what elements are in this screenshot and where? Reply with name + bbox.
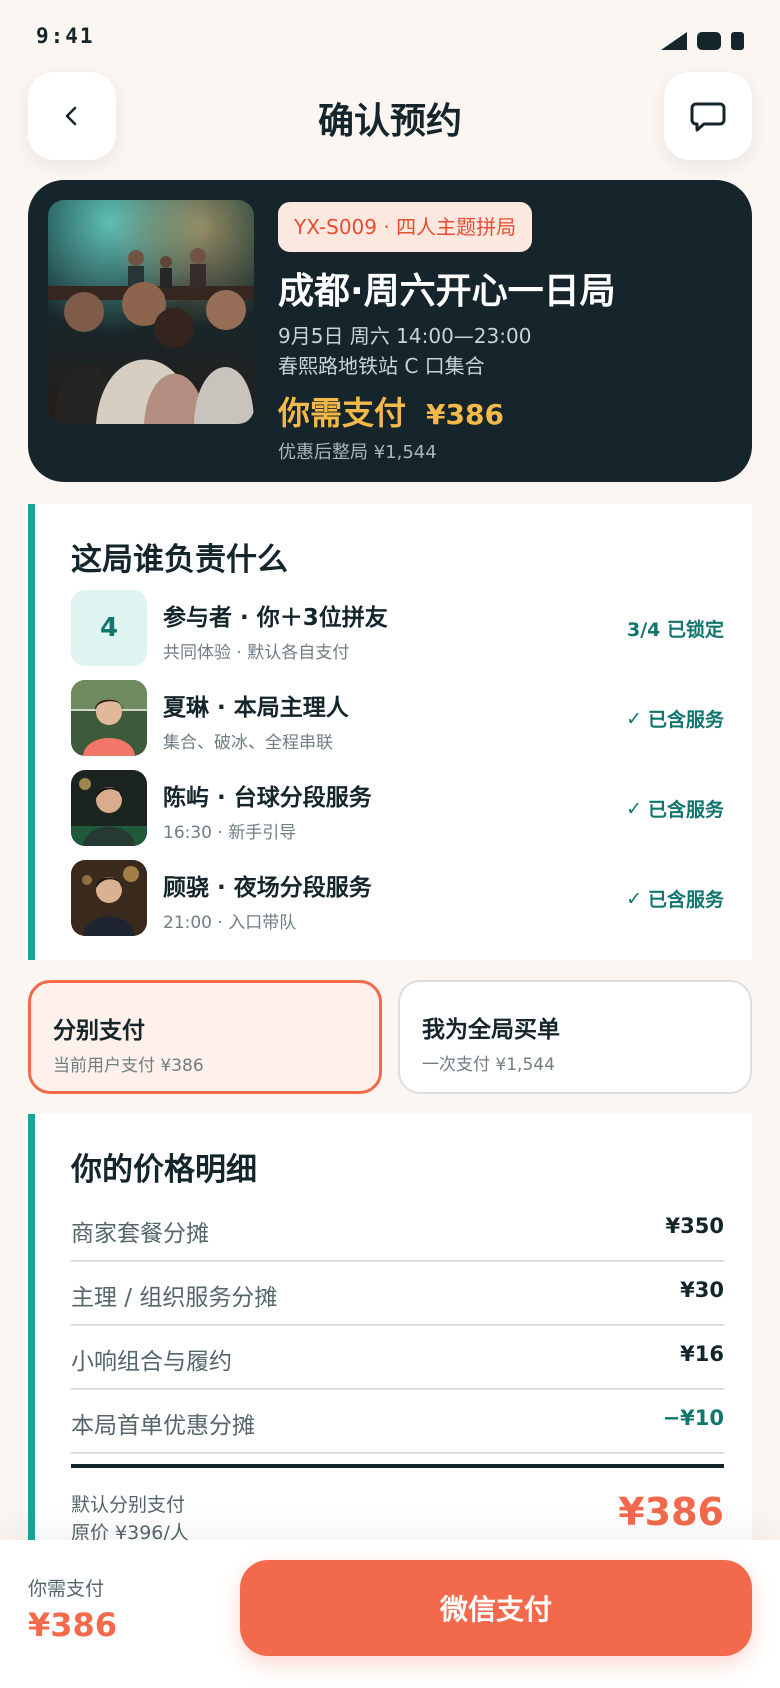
hero-pay-label: 你需支付	[278, 394, 407, 432]
avatar	[71, 860, 147, 936]
wifi-icon	[697, 32, 721, 50]
role-desc: 21:00 · 入口带队	[163, 913, 297, 933]
role-row-participants[interactable]: 4 参与者 · 你＋3位拼友 共同体验 · 默认各自支付 3/4 已锁定	[71, 590, 724, 666]
role-status-text: 已含服务	[647, 889, 724, 911]
option-sub: 当前用户支付 ¥386	[53, 1056, 204, 1076]
check-icon: ✓	[626, 707, 642, 730]
chat-button[interactable]	[664, 72, 752, 160]
event-title: 成都·周六开心一日局	[278, 271, 616, 312]
wechat-pay-button[interactable]: 微信支付	[240, 1560, 752, 1656]
discount-value: −¥10	[662, 1406, 724, 1430]
price-row: 小响组合与履约 ¥16	[71, 1326, 724, 1390]
price-detail-card: 你的价格明细 商家套餐分摊 ¥350 主理 / 组织服务分摊 ¥30 小响组合与…	[28, 1114, 752, 1554]
role-name: 参与者 · 你＋3位拼友	[163, 605, 388, 631]
option-sub: 一次支付 ¥1,544	[422, 1055, 555, 1075]
role-status: ✓ 已含服务	[626, 795, 724, 822]
role-desc: 16:30 · 新手引导	[163, 823, 297, 843]
role-status: 3/4 已锁定	[627, 615, 724, 642]
price-value: ¥16	[680, 1342, 724, 1366]
role-status: ✓ 已含服务	[626, 885, 724, 912]
roles-title: 这局谁负责什么	[71, 542, 288, 578]
status-bar: 9:41	[0, 0, 780, 70]
price-value: ¥30	[680, 1278, 724, 1302]
price-row: 主理 / 组织服务分摊 ¥30	[71, 1262, 724, 1326]
avatar	[71, 680, 147, 756]
role-row-host[interactable]: 夏琳 · 本局主理人 集合、破冰、全程串联 ✓ 已含服务	[71, 680, 724, 756]
price-row: 商家套餐分摊 ¥350	[71, 1198, 724, 1262]
event-code-tag: YX-S009 · 四人主题拼局	[278, 202, 533, 252]
avatar	[71, 770, 147, 846]
bar-pay-label: 你需支付	[28, 1578, 105, 1600]
option-title: 我为全局买单	[422, 1017, 560, 1043]
participant-count-avatar: 4	[71, 590, 147, 666]
pay-separately-option[interactable]: 分别支付 当前用户支付 ¥386	[28, 980, 382, 1094]
total-amount: ¥386	[618, 1490, 724, 1534]
role-status-text: 已含服务	[647, 709, 724, 731]
roles-card: 这局谁负责什么 4 参与者 · 你＋3位拼友 共同体验 · 默认各自支付 3/4…	[28, 504, 752, 960]
role-name: 夏琳 · 本局主理人	[163, 695, 349, 721]
price-detail-title: 你的价格明细	[71, 1152, 257, 1188]
event-datetime: 9月5日 周六 14:00—23:00	[278, 324, 532, 348]
check-icon: ✓	[626, 797, 642, 820]
role-status-text: 3/4 已锁定	[627, 619, 724, 641]
bar-pay-amount: ¥386	[28, 1606, 118, 1644]
hero-pay-summary: 你需支付 ¥386	[278, 388, 504, 434]
chat-bubble-icon	[690, 102, 726, 132]
page-title: 确认预约	[317, 101, 462, 142]
price-label: 小响组合与履约	[71, 1349, 232, 1375]
role-status: ✓ 已含服务	[626, 705, 724, 732]
signal-icon	[661, 32, 687, 50]
total-divider	[71, 1464, 724, 1468]
price-row: 本局首单优惠分摊 −¥10	[71, 1390, 724, 1454]
pay-for-all-option[interactable]: 我为全局买单 一次支付 ¥1,544	[398, 980, 752, 1094]
check-icon: ✓	[626, 887, 642, 910]
role-row-nightclub[interactable]: 顾骁 · 夜场分段服务 21:00 · 入口带队 ✓ 已含服务	[71, 860, 724, 936]
event-photo	[48, 200, 254, 424]
price-label: 本局首单优惠分摊	[71, 1413, 255, 1439]
role-desc: 共同体验 · 默认各自支付	[163, 643, 350, 663]
status-time: 9:41	[36, 24, 95, 48]
header: 确认预约	[0, 72, 780, 162]
role-status-text: 已含服务	[647, 799, 724, 821]
total-label: 默认分别支付	[71, 1494, 186, 1516]
role-name: 顾骁 · 夜场分段服务	[163, 875, 372, 901]
role-name: 陈屿 · 台球分段服务	[163, 785, 372, 811]
hero-pay-amount: ¥386	[426, 398, 504, 431]
group-total-price: 优惠后整局 ¥1,544	[278, 442, 437, 463]
role-row-billiards[interactable]: 陈屿 · 台球分段服务 16:30 · 新手引导 ✓ 已含服务	[71, 770, 724, 846]
status-icons	[661, 32, 744, 50]
price-value: ¥350	[665, 1214, 724, 1238]
price-label: 主理 / 组织服务分摊	[71, 1285, 278, 1311]
option-title: 分别支付	[53, 1018, 145, 1044]
price-label: 商家套餐分摊	[71, 1221, 209, 1247]
event-meeting-point: 春熙路地铁站 C 口集合	[278, 354, 485, 378]
role-desc: 集合、破冰、全程串联	[163, 733, 333, 753]
battery-icon	[731, 32, 744, 50]
event-summary-card[interactable]: YX-S009 · 四人主题拼局 成都·周六开心一日局 9月5日 周六 14:0…	[28, 180, 752, 482]
bottom-pay-bar: 你需支付 ¥386 微信支付	[0, 1540, 780, 1688]
